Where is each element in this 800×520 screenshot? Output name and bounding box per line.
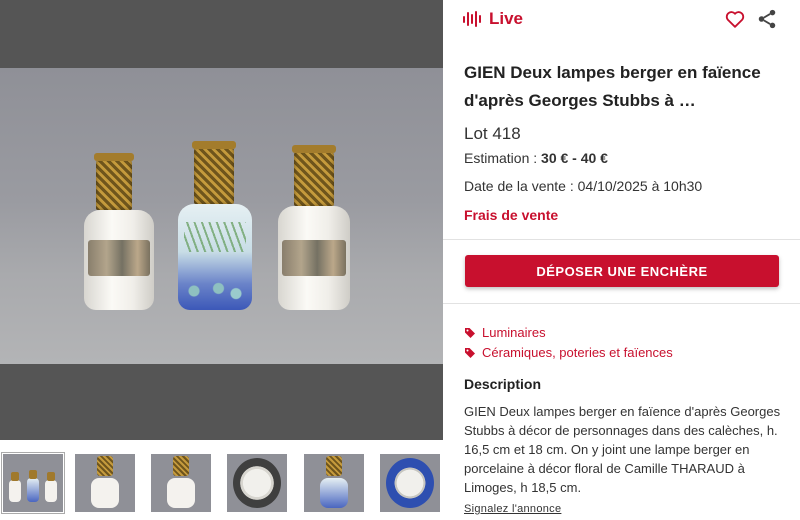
category-link-ceramiques[interactable]: Céramiques, poteries et faïences [464, 345, 673, 360]
divider [443, 239, 800, 240]
lot-panel: Live GIEN Deux lampes berger en faïence … [443, 0, 800, 520]
live-indicator[interactable]: Live [463, 9, 523, 29]
top-bar: Live [443, 0, 800, 38]
thumbnail[interactable] [75, 454, 135, 512]
place-bid-button[interactable]: DÉPOSER UNE ENCHÈRE [465, 255, 779, 287]
main-photo[interactable] [0, 68, 443, 364]
divider [443, 303, 800, 304]
description-heading: Description [464, 376, 542, 392]
category-label: Céramiques, poteries et faïences [482, 345, 673, 360]
estimation-value: 30 € - 40 € [541, 150, 608, 166]
thumbnail[interactable] [380, 454, 440, 512]
favorite-button[interactable] [724, 8, 746, 30]
lamp-middle [178, 141, 256, 316]
tag-icon [465, 327, 475, 338]
share-icon [758, 9, 776, 29]
report-listing-link[interactable]: Signalez l'annonce [464, 503, 561, 515]
estimation: Estimation : 30 € - 40 € [464, 150, 608, 166]
thumbnail[interactable] [227, 454, 287, 512]
category-label: Luminaires [482, 325, 546, 340]
thumbnail[interactable] [151, 454, 211, 512]
estimation-label: Estimation : [464, 150, 542, 166]
heart-outline-icon [725, 11, 745, 28]
fees-link[interactable]: Frais de vente [464, 207, 558, 223]
audio-wave-icon [463, 11, 481, 27]
share-button[interactable] [756, 8, 778, 30]
description-text: GIEN Deux lampes berger en faïence d'apr… [464, 404, 781, 495]
lot-number: Lot 418 [464, 124, 521, 143]
lamp-right [278, 145, 354, 316]
category-link-luminaires[interactable]: Luminaires [464, 325, 546, 340]
lot-title: GIEN Deux lampes berger en faïence d'apr… [464, 63, 761, 110]
thumbnail[interactable] [1, 452, 65, 514]
thumbnail[interactable] [304, 454, 364, 512]
sale-date: Date de la vente : 04/10/2025 à 10h30 [464, 178, 703, 194]
tag-icon [465, 347, 475, 358]
thumbnail-strip [0, 450, 443, 516]
image-gallery[interactable] [0, 0, 443, 440]
lamp-left [84, 153, 158, 318]
live-label: Live [489, 9, 524, 28]
